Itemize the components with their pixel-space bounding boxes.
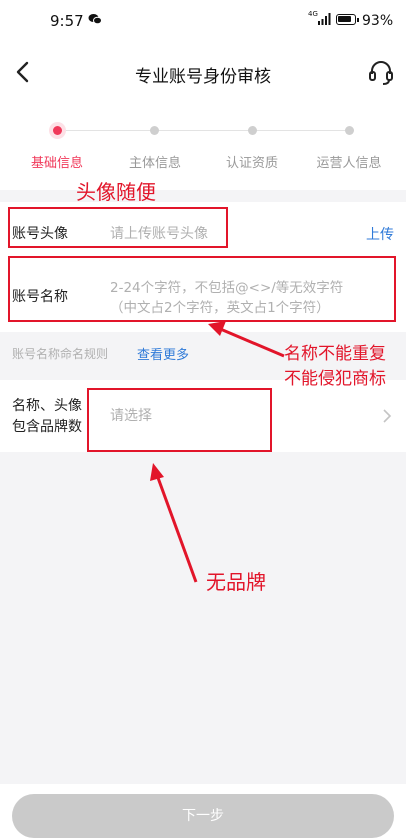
annotation-avatar-note: 头像随便 — [76, 180, 156, 204]
annotation-box-avatar — [8, 207, 228, 248]
step-dot-active — [53, 126, 62, 135]
wechat-icon — [88, 14, 102, 25]
step-indicator: 基础信息 主体信息 认证资质 运营人信息 — [0, 102, 406, 190]
brand-label-line2: 包含品牌数 — [12, 419, 82, 435]
step-label-operator-info: 运营人信息 — [316, 156, 382, 171]
annotation-brand-note: 无品牌 — [206, 570, 266, 594]
chevron-right-icon — [383, 409, 392, 423]
step-connector — [254, 130, 346, 131]
next-step-button[interactable]: 下一步 — [12, 794, 394, 838]
annotation-name-note-line2: 不能侵犯商标 — [284, 369, 386, 389]
bottom-bar: 下一步 — [0, 784, 406, 839]
status-bar: 9:57 4G 93% — [0, 0, 406, 44]
step-dot — [150, 126, 159, 135]
signal-icon — [318, 13, 331, 25]
battery-percent: 93% — [362, 13, 394, 29]
step-label-qualification: 认证资质 — [225, 156, 278, 171]
annotation-box-name — [8, 256, 396, 322]
naming-rules-text: 账号名称命名规则 — [12, 347, 109, 361]
battery-icon — [336, 14, 359, 25]
step-dot — [248, 126, 257, 135]
annotation-name-note-line1: 名称不能重复 — [284, 344, 386, 364]
step-label-basic-info: 基础信息 — [30, 156, 83, 171]
step-label-subject-info: 主体信息 — [128, 156, 181, 171]
headset-icon[interactable] — [368, 59, 394, 87]
step-connector — [62, 130, 154, 131]
status-time: 9:57 — [50, 12, 84, 30]
annotation-box-brand — [87, 388, 272, 452]
upload-button[interactable]: 上传 — [366, 224, 394, 244]
nav-header: 专业账号身份审核 — [0, 44, 406, 102]
page-title: 专业账号身份审核 — [135, 67, 271, 87]
network-type: 4G — [308, 10, 318, 18]
step-dot — [345, 126, 354, 135]
step-connector — [158, 130, 250, 131]
arrow-to-brand-field — [150, 463, 198, 583]
view-more-link[interactable]: 查看更多 — [137, 344, 189, 363]
brand-label-line1: 名称、头像 — [12, 398, 82, 414]
